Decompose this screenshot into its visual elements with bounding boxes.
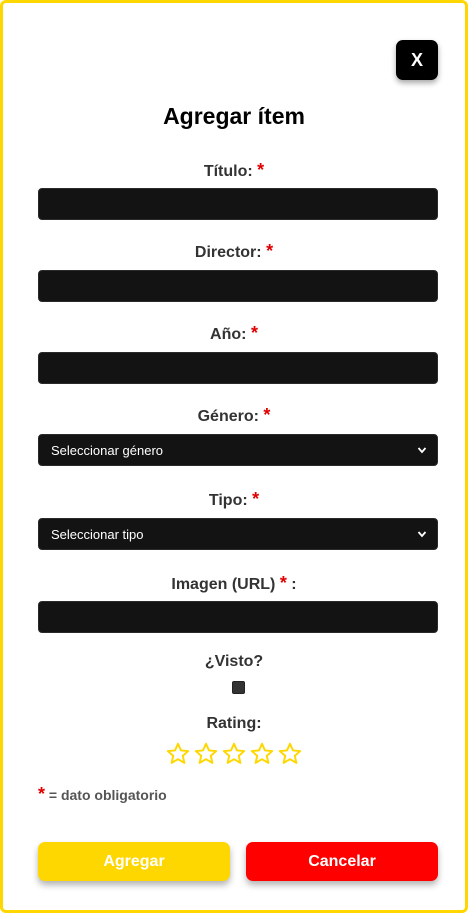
rating-stars [3, 741, 465, 767]
modal-title: Agregar ítem [163, 103, 305, 129]
director-input[interactable] [38, 270, 438, 302]
star-icon[interactable] [221, 741, 247, 767]
add-button[interactable]: Agregar [38, 842, 230, 881]
anio-label-text: Año: [210, 326, 247, 343]
chevron-down-icon [417, 447, 427, 454]
required-asterisk: * [266, 241, 274, 261]
visto-label: ¿Visto? [204, 653, 264, 670]
required-note-text: = dato obligatorio [48, 787, 167, 803]
titulo-input[interactable] [38, 188, 438, 220]
required-asterisk: * [279, 573, 287, 593]
genero-label: Género: * [3, 405, 465, 426]
director-label: Director: * [3, 241, 465, 262]
tipo-label: Tipo: * [3, 489, 465, 510]
cancel-button[interactable]: Cancelar [246, 842, 438, 881]
star-icon[interactable] [165, 741, 191, 767]
imagen-url-input[interactable] [38, 601, 438, 633]
titulo-label: Título: * [3, 160, 465, 181]
genero-select-value: Seleccionar género [51, 442, 164, 458]
add-item-modal: X Agregar ítem Título: * Director: * Año… [0, 0, 468, 913]
visto-checkbox[interactable] [232, 681, 245, 694]
required-asterisk: * [257, 160, 265, 180]
required-asterisk: * [250, 323, 258, 343]
star-icon[interactable] [277, 741, 303, 767]
imagen-label-suffix: : [291, 576, 297, 593]
imagen-label: Imagen (URL) * : [3, 573, 465, 594]
genero-select[interactable]: Seleccionar género [38, 434, 438, 466]
star-icon[interactable] [249, 741, 275, 767]
chevron-down-icon [417, 531, 427, 538]
director-label-text: Director: [194, 244, 262, 261]
genero-label-text: Género: [197, 408, 259, 425]
imagen-label-text: Imagen (URL) [171, 576, 276, 593]
titulo-label-text: Título: [203, 163, 253, 180]
required-note: * = dato obligatorio [38, 784, 167, 805]
rating-label: Rating: [206, 715, 262, 732]
tipo-select[interactable]: Seleccionar tipo [38, 518, 438, 550]
anio-label: Año: * [3, 323, 465, 344]
required-asterisk: * [38, 784, 46, 804]
anio-input[interactable] [38, 352, 438, 384]
star-icon[interactable] [193, 741, 219, 767]
required-asterisk: * [263, 405, 271, 425]
tipo-select-value: Seleccionar tipo [51, 526, 144, 542]
required-asterisk: * [252, 489, 260, 509]
tipo-label-text: Tipo: [208, 492, 248, 509]
close-button[interactable]: X [396, 40, 438, 80]
